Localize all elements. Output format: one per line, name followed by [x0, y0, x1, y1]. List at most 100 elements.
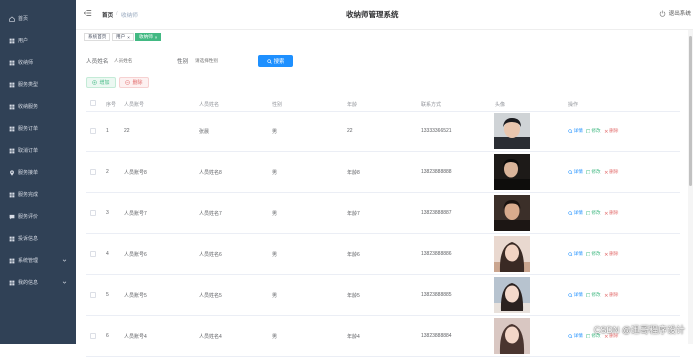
remove-button[interactable]: 删除 — [604, 210, 618, 216]
remove-button[interactable]: 删除 — [604, 292, 618, 298]
sidebar-item-my-info[interactable]: 我的信息 — [0, 272, 76, 294]
detail-button[interactable]: 详情 — [568, 128, 583, 134]
name-search-input[interactable] — [114, 56, 164, 65]
logout-button[interactable]: 退出系统 — [659, 9, 691, 17]
row-checkbox[interactable] — [90, 333, 96, 339]
sidebar-item-completed[interactable]: 服务完成 — [0, 184, 76, 206]
remove-label: 删除 — [609, 169, 619, 174]
sidebar-item-cancelled-orders[interactable]: 取消订单 — [0, 140, 76, 162]
menu-fold-icon[interactable] — [83, 9, 92, 17]
table-row: 4 人员账号6 人员姓名6 男 年龄6 13823888886 详情 修改 删除 — [86, 234, 680, 275]
cell-name: 人员姓名7 — [199, 211, 222, 217]
table-row: 2 人员账号8 人员姓名8 男 年龄8 13823888888 详情 修改 删除 — [86, 152, 680, 193]
edit-button[interactable]: 修改 — [586, 128, 601, 134]
cell-index: 3 — [106, 210, 109, 216]
sidebar-item-reviews[interactable]: 服务评价 — [0, 206, 76, 228]
sidebar-item-home[interactable]: 首页 — [0, 8, 76, 30]
column-header-account: 人员账号 — [124, 102, 145, 108]
tags-bar: 系统首页 用户 × 收纳师 × — [76, 30, 693, 44]
sidebar-item-label: 服务完成 — [18, 192, 39, 199]
edit-label: 修改 — [591, 169, 601, 174]
sidebar-item-accept-orders[interactable]: 服务接单 — [0, 162, 76, 184]
select-all-checkbox[interactable] — [90, 100, 96, 106]
cell-name: 人员姓名6 — [199, 252, 222, 258]
add-button[interactable]: 增加 — [86, 77, 116, 88]
row-checkbox[interactable] — [90, 169, 96, 175]
minus-circle-icon — [125, 80, 131, 85]
grid-icon — [9, 148, 15, 154]
close-icon[interactable]: × — [127, 35, 130, 40]
cell-age: 年龄5 — [347, 293, 360, 299]
cell-phone: 13823888885 — [421, 292, 452, 298]
row-checkbox[interactable] — [90, 292, 96, 298]
cell-index: 2 — [106, 169, 109, 175]
tag-users[interactable]: 用户 × — [112, 33, 134, 41]
breadcrumb-current: 收纳师 — [121, 13, 138, 19]
remove-label: 删除 — [609, 128, 619, 133]
scrollbar-thumb[interactable] — [689, 36, 692, 186]
sidebar-item-orders[interactable]: 服务订单 — [0, 118, 76, 140]
detail-button[interactable]: 详情 — [568, 251, 583, 257]
power-icon — [659, 10, 665, 17]
row-checkbox[interactable] — [90, 128, 96, 134]
table-row: 6 人员账号4 人员姓名4 男 年龄4 13823888884 详情 修改 删除 — [86, 316, 680, 357]
search-button[interactable]: 搜索 — [258, 55, 293, 67]
sidebar-item-label: 取消订单 — [18, 148, 39, 155]
batch-delete-button[interactable]: 删除 — [119, 77, 149, 88]
detail-button[interactable]: 详情 — [568, 210, 583, 216]
sidebar-item-service-types[interactable]: 服务类型 — [0, 74, 76, 96]
chat-icon — [9, 214, 15, 220]
top-header: 首页 / 收纳师 收纳师管理系统 退出系统 — [76, 0, 693, 30]
vertical-scrollbar[interactable] — [688, 30, 693, 344]
row-actions: 详情 修改 删除 — [568, 128, 621, 134]
cell-phone: 13823888888 — [421, 169, 452, 175]
search-button-label: 搜索 — [273, 59, 285, 65]
breadcrumb-separator: / — [116, 11, 118, 17]
close-icon[interactable]: × — [155, 35, 158, 40]
sidebar-item-services[interactable]: 收纳服务 — [0, 96, 76, 118]
avatar — [494, 236, 530, 272]
gender-select[interactable] — [195, 56, 250, 65]
row-actions: 详情 修改 删除 — [568, 292, 621, 298]
sidebar-item-system[interactable]: 系统管理 — [0, 250, 76, 272]
sidebar-item-organizer[interactable]: 收纳师 — [0, 52, 76, 74]
cell-phone: 13823888886 — [421, 251, 452, 257]
edit-button[interactable]: 修改 — [586, 251, 601, 257]
sidebar-item-label: 服务接单 — [18, 170, 39, 177]
detail-button[interactable]: 详情 — [568, 169, 583, 175]
table-row: 3 人员账号7 人员姓名7 男 年龄7 13823888887 详情 修改 删除 — [86, 193, 680, 234]
remove-button[interactable]: 删除 — [604, 251, 618, 257]
column-header-name: 人员姓名 — [199, 102, 220, 108]
sidebar-item-label: 首页 — [18, 16, 29, 23]
edit-button[interactable]: 修改 — [586, 169, 601, 175]
close-icon — [604, 129, 608, 133]
detail-button[interactable]: 详情 — [568, 292, 583, 298]
search-icon — [568, 293, 573, 298]
cell-name: 人员姓名5 — [199, 293, 222, 299]
tag-organizer[interactable]: 收纳师 × — [135, 33, 162, 41]
gender-select-label: 性别 — [177, 59, 189, 65]
edit-button[interactable]: 修改 — [586, 210, 601, 216]
table-row: 1 22 张晨 男 22 13333366521 详情 修改 删除 — [86, 111, 680, 152]
detail-button[interactable]: 详情 — [568, 333, 583, 339]
cell-index: 1 — [106, 128, 109, 134]
tag-home[interactable]: 系统首页 — [84, 33, 111, 41]
search-icon — [568, 211, 573, 216]
row-checkbox[interactable] — [90, 210, 96, 216]
remove-button[interactable]: 删除 — [604, 169, 619, 175]
sidebar-item-complaints[interactable]: 投诉信息 — [0, 228, 76, 250]
grid-icon — [9, 258, 15, 264]
column-header-age: 年龄 — [347, 102, 358, 108]
sidebar-item-users[interactable]: 用户 — [0, 30, 76, 52]
column-header-index: 序号 — [106, 102, 117, 108]
column-header-avatar: 头像 — [495, 102, 506, 108]
sidebar: 首页 用户 收纳师 服务类型 收纳服务 服务订单 取消订单 服务接单 服务完成 … — [0, 0, 76, 344]
row-checkbox[interactable] — [90, 251, 96, 257]
delete-button-label: 删除 — [132, 80, 143, 86]
cell-phone: 13823888887 — [421, 210, 452, 216]
breadcrumb-home[interactable]: 首页 — [102, 11, 113, 19]
remove-button[interactable]: 删除 — [604, 128, 619, 134]
edit-button[interactable]: 修改 — [586, 292, 601, 298]
sidebar-item-label: 服务订单 — [18, 126, 39, 133]
search-icon — [568, 252, 573, 257]
